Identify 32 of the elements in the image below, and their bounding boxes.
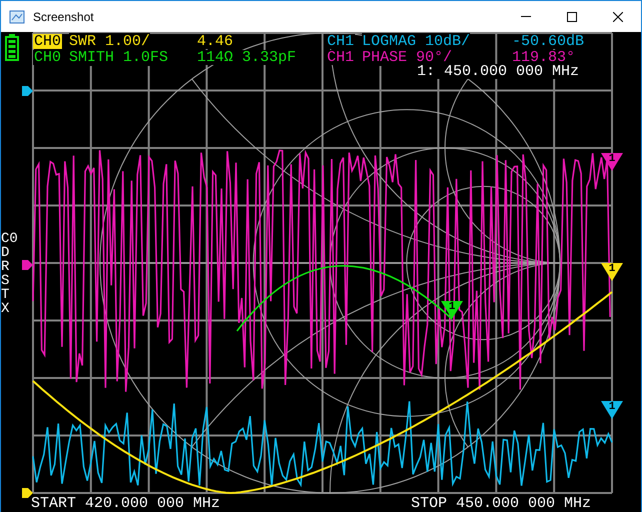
reference-arrow-icon <box>22 86 33 96</box>
trace-marker: 1 <box>601 401 623 419</box>
trace-format: PHASE 90°/ <box>362 49 452 66</box>
channel-label[interactable]: CH1 <box>326 34 356 49</box>
app-icon <box>9 10 25 24</box>
trace-format: SMITH 1.0FS <box>69 49 168 66</box>
trace-value: 114Ω 3.33pF <box>197 50 296 65</box>
side-menu-item[interactable]: S <box>1 274 18 288</box>
side-menu-item[interactable]: R <box>1 260 18 274</box>
side-menu-item[interactable]: C0 <box>1 232 18 246</box>
minimize-icon <box>521 16 531 17</box>
maximize-icon <box>567 12 577 22</box>
trace-format: SWR 1.00/ <box>69 33 150 50</box>
channel-label[interactable]: CH0 <box>33 50 62 65</box>
trace-value: -50.60dB <box>512 34 584 49</box>
start-frequency: START 420.000 000 MHz <box>31 496 220 511</box>
channel-label[interactable]: CH1 <box>326 50 356 65</box>
battery-icon <box>5 34 19 61</box>
channel-label[interactable]: CH0 <box>33 34 62 49</box>
reference-arrow-icon <box>22 260 33 270</box>
window-title: Screenshot <box>33 8 94 26</box>
close-icon <box>613 12 623 22</box>
side-menu-item[interactable]: D <box>1 246 18 260</box>
side-menu-item[interactable]: T <box>1 288 18 302</box>
trace-value: 4.46 <box>197 34 234 49</box>
stop-frequency: STOP 450.000 000 MHz <box>411 496 592 511</box>
marker-readout: 1: 450.000 000 MHz <box>417 64 580 79</box>
trace-marker: 1 <box>601 263 623 281</box>
trace-format: LOGMAG 10dB/ <box>362 33 470 50</box>
reference-arrow-icon <box>22 488 33 498</box>
trace-value: 119.83° <box>512 50 576 65</box>
side-menu-item[interactable]: X <box>1 302 18 316</box>
